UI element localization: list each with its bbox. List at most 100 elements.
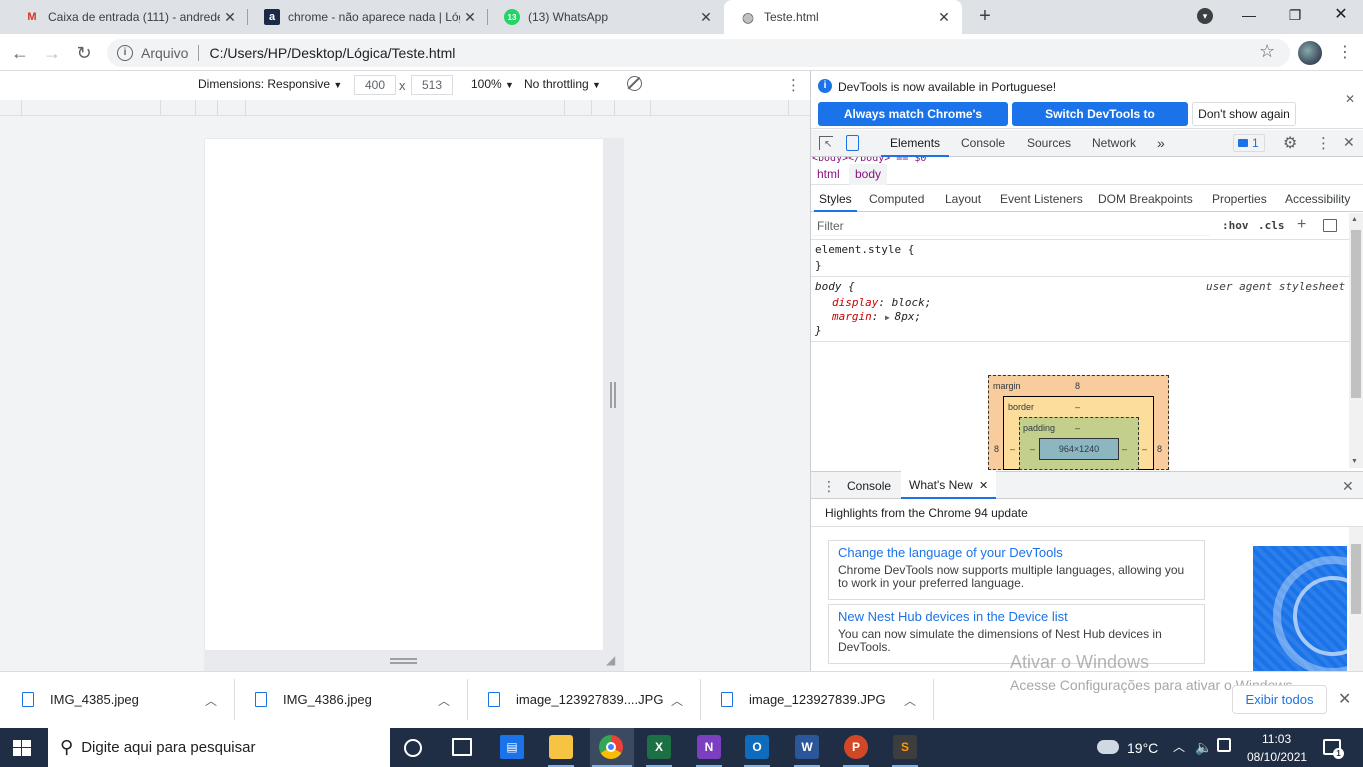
tab-close-icon[interactable]: ✕ — [934, 9, 954, 26]
dom-tree-snippet[interactable]: <body></body> == $0 — [812, 157, 962, 164]
tab-alura[interactable]: a chrome - não aparece nada | Lóg ✕ — [248, 0, 488, 34]
styles-scroll-thumb[interactable] — [1351, 230, 1361, 398]
tray-chevron-icon[interactable]: ︿ — [1173, 738, 1185, 755]
chevron-up-icon[interactable]: ︿ — [904, 692, 916, 709]
chrome-menu-icon[interactable]: ⋮ — [1337, 42, 1353, 62]
profile-avatar[interactable] — [1298, 41, 1322, 65]
box-model-content[interactable]: 964×1240 — [1039, 438, 1119, 460]
address-bar[interactable]: i Arquivo C:/Users/HP/Desktop/Lógica/Tes… — [107, 39, 1290, 67]
device-more-icon[interactable]: ⋮ — [786, 76, 801, 94]
download-item[interactable]: IMG_4385.jpeg — [22, 671, 139, 728]
expand-triangle-icon[interactable]: ▶ — [885, 313, 895, 322]
tab-dom-breakpoints[interactable]: DOM Breakpoints — [1098, 186, 1193, 212]
new-rule-icon[interactable]: + — [1297, 216, 1306, 234]
toggle-sidebar-icon[interactable] — [1323, 219, 1337, 232]
chevron-up-icon[interactable]: ︿ — [438, 692, 450, 709]
devtools-menu-icon[interactable]: ⋮ — [1316, 134, 1331, 152]
tab-layout[interactable]: Layout — [945, 186, 981, 212]
downloads-close-icon[interactable]: ✕ — [1338, 689, 1351, 709]
tab-close-icon[interactable]: ✕ — [220, 9, 240, 26]
tab-network[interactable]: Network — [1092, 130, 1136, 157]
rotate-icon[interactable] — [627, 76, 642, 91]
always-match-language-button[interactable]: Always match Chrome's language — [818, 102, 1008, 145]
forward-button[interactable]: → — [40, 41, 64, 65]
drawer-menu-icon[interactable]: ⋮ — [822, 478, 836, 495]
tab-search-icon[interactable]: ▾ — [1182, 0, 1228, 30]
devtools-close-icon[interactable]: ✕ — [1343, 134, 1355, 151]
drawer-close-icon[interactable]: ✕ — [1342, 478, 1354, 495]
close-window-button[interactable]: ✕ — [1318, 0, 1363, 30]
file-explorer-icon[interactable] — [549, 735, 573, 759]
tab-elements[interactable]: Elements — [881, 130, 950, 157]
tab-sources[interactable]: Sources — [1027, 130, 1071, 157]
info-icon[interactable]: i — [117, 45, 133, 61]
card-title[interactable]: New Nest Hub devices in the Device list — [838, 609, 1195, 625]
word-icon[interactable]: W — [795, 735, 819, 759]
tab-styles[interactable]: Styles — [814, 186, 857, 212]
show-all-downloads-button[interactable]: Exibir todos — [1232, 685, 1327, 714]
url-text[interactable]: C:/Users/HP/Desktop/Lógica/Teste.html — [209, 45, 455, 61]
drawer-tab-console[interactable]: Console — [847, 479, 891, 493]
new-tab-button[interactable]: + — [974, 5, 996, 27]
tab-event-listeners[interactable]: Event Listeners — [1000, 186, 1083, 212]
sublime-text-icon[interactable]: S — [893, 735, 917, 759]
tab-close-icon[interactable]: ✕ — [460, 9, 480, 26]
weather-temp[interactable]: 19°C — [1127, 740, 1158, 756]
infobar-close-icon[interactable]: ✕ — [1345, 92, 1355, 106]
height-input[interactable]: 513 — [411, 75, 453, 95]
tab-computed[interactable]: Computed — [869, 186, 924, 212]
card-title[interactable]: Change the language of your DevTools — [838, 545, 1195, 561]
whats-new-card[interactable]: Change the language of your DevTools Chr… — [828, 540, 1205, 600]
switch-to-portuguese-button[interactable]: Switch DevTools to Portuguese — [1012, 102, 1188, 145]
close-tab-icon[interactable]: ✕ — [979, 480, 988, 492]
drawer-tab-whats-new[interactable]: What's New ✕ — [901, 471, 997, 499]
body-selector[interactable]: body { — [815, 280, 855, 293]
back-button[interactable]: ← — [8, 41, 32, 65]
dimensions-dropdown[interactable]: Dimensions: Responsive ▼ — [198, 77, 342, 91]
scroll-up-icon[interactable]: ▲ — [1351, 216, 1358, 223]
task-view-icon[interactable] — [452, 738, 472, 756]
corner-resize-handle[interactable]: ◢ — [606, 653, 615, 667]
tab-close-icon[interactable]: ✕ — [696, 9, 716, 26]
settings-gear-icon[interactable]: ⚙ — [1283, 133, 1297, 153]
clock-time[interactable]: 11:03 — [1262, 732, 1291, 746]
tab-teste-html[interactable]: ◍ Teste.html ✕ — [724, 0, 962, 34]
width-resize-handle[interactable] — [610, 382, 616, 408]
device-toggle-icon[interactable] — [846, 135, 859, 151]
throttling-dropdown[interactable]: No throttling ▼ — [524, 77, 601, 91]
zoom-dropdown[interactable]: 100% ▼ — [471, 77, 514, 91]
css-property-display[interactable]: display: block; — [832, 296, 931, 309]
emulated-viewport[interactable] — [204, 138, 604, 651]
store-icon[interactable]: ▤ — [500, 735, 524, 759]
whats-new-scrollbar[interactable] — [1349, 527, 1363, 671]
tab-whatsapp[interactable]: 13 (13) WhatsApp ✕ — [488, 0, 724, 34]
breadcrumb-body[interactable]: body — [849, 164, 888, 185]
breadcrumb-html[interactable]: html — [811, 164, 846, 185]
hov-toggle[interactable]: :hov — [1222, 219, 1249, 232]
download-item[interactable]: image_123927839....JPG — [488, 671, 663, 728]
cls-toggle[interactable]: .cls — [1258, 219, 1285, 232]
chrome-icon[interactable] — [599, 735, 623, 759]
tab-gmail[interactable]: M Caixa de entrada (111) - andrede ✕ — [8, 0, 248, 34]
download-item[interactable]: image_123927839.JPG — [721, 671, 886, 728]
filter-input[interactable]: Filter — [812, 216, 1210, 236]
chevron-up-icon[interactable]: ︿ — [671, 692, 683, 709]
clock-date[interactable]: 08/10/2021 — [1247, 750, 1307, 764]
more-tabs-icon[interactable]: » — [1157, 130, 1165, 157]
onenote-icon[interactable]: N — [697, 735, 721, 759]
issues-badge[interactable]: 1 — [1233, 134, 1265, 152]
language-icon[interactable] — [1217, 738, 1231, 752]
tab-accessibility[interactable]: Accessibility — [1285, 186, 1350, 212]
cortana-icon[interactable] — [404, 739, 422, 757]
weather-cloud-icon[interactable] — [1097, 740, 1119, 754]
volume-icon[interactable]: 🔈 — [1195, 739, 1212, 756]
bookmark-star-icon[interactable]: ☆ — [1259, 41, 1275, 62]
element-style-selector[interactable]: element.style { — [815, 243, 914, 256]
width-input[interactable]: 400 — [354, 75, 396, 95]
dont-show-again-button[interactable]: Don't show again — [1192, 102, 1296, 126]
restore-button[interactable]: ❐ — [1272, 0, 1318, 30]
taskbar-search-input[interactable]: ⚲ Digite aqui para pesquisar — [48, 728, 390, 767]
whats-new-illustration[interactable] — [1253, 546, 1347, 671]
tab-properties[interactable]: Properties — [1212, 186, 1267, 212]
download-item[interactable]: IMG_4386.jpeg — [255, 671, 372, 728]
